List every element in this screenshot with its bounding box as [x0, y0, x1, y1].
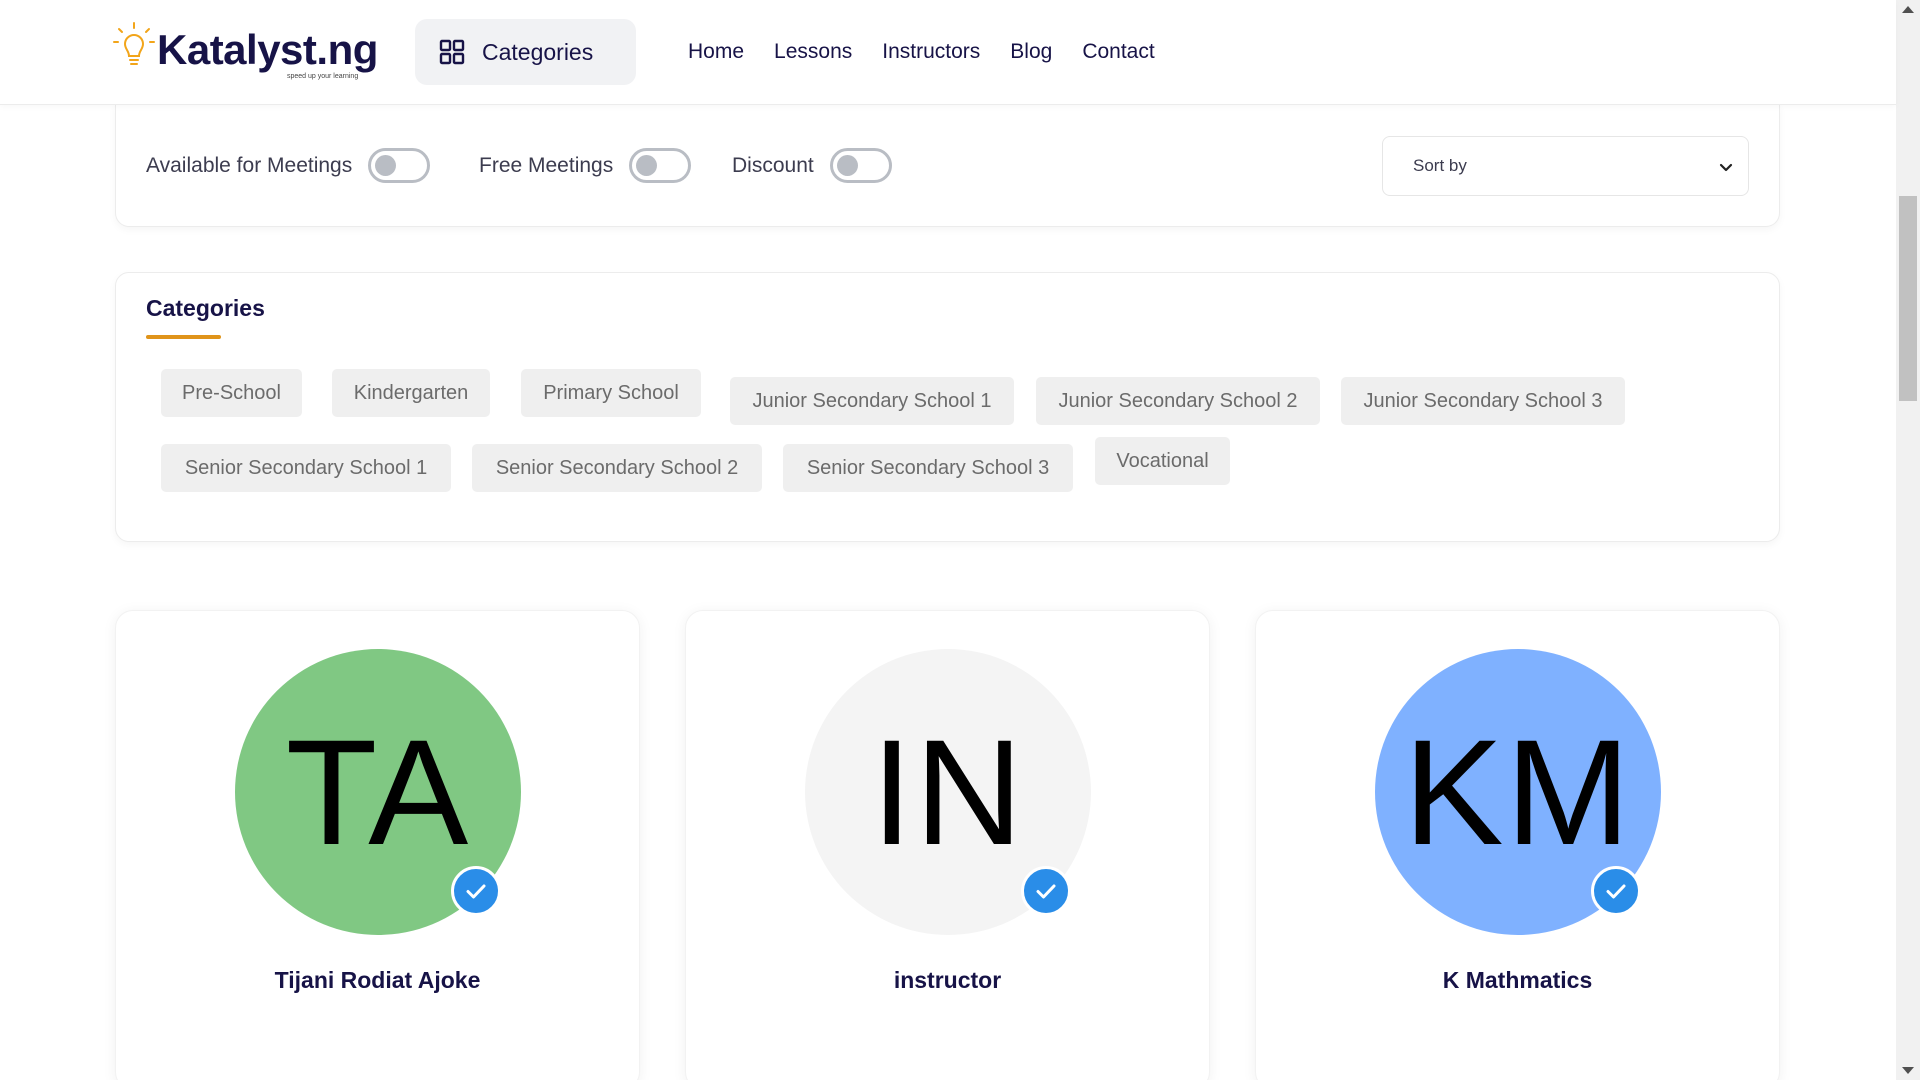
site-header: Katalyst.ng speed up your learning Categ…	[0, 0, 1896, 105]
toggle-discount: Discount	[732, 148, 892, 183]
category-chip[interactable]: Junior Secondary School 2	[1036, 377, 1320, 425]
category-chip[interactable]: Senior Secondary School 2	[472, 444, 762, 492]
check-icon	[466, 884, 486, 899]
filters-panel: Available for Meetings Free Meetings Dis…	[115, 104, 1780, 227]
categories-button[interactable]: Categories	[415, 19, 636, 85]
scrollbar-thumb[interactable]	[1899, 196, 1917, 401]
avatar-initials: KM	[1403, 707, 1633, 876]
brand-name: Katalyst.ng	[157, 26, 378, 73]
instructor-card[interactable]: IN instructor	[685, 610, 1210, 1080]
instructor-name[interactable]: instructor	[686, 967, 1209, 994]
toggle-label: Discount	[732, 153, 814, 177]
chevron-down-icon	[1719, 163, 1733, 172]
free-meetings-switch[interactable]	[629, 148, 692, 183]
nav-blog[interactable]: Blog	[1010, 36, 1052, 68]
instructor-card[interactable]: KM K Mathmatics	[1255, 610, 1780, 1080]
categories-panel: Categories Pre-School Kindergarten Prima…	[115, 272, 1780, 542]
check-icon	[1036, 884, 1056, 899]
grid-icon	[439, 39, 465, 65]
toggle-label: Free Meetings	[479, 153, 614, 177]
nav-home[interactable]: Home	[688, 36, 744, 68]
nav-lessons[interactable]: Lessons	[774, 36, 852, 68]
instructor-name[interactable]: K Mathmatics	[1256, 967, 1779, 994]
switch-knob	[836, 155, 858, 176]
sort-by-select[interactable]: Sort by	[1382, 136, 1749, 196]
switch-knob	[636, 155, 658, 176]
category-chip[interactable]: Junior Secondary School 3	[1341, 377, 1625, 425]
brand-tagline: speed up your learning	[287, 73, 359, 80]
verified-badge	[1591, 866, 1641, 916]
switch-knob	[375, 155, 397, 176]
category-chip[interactable]: Vocational	[1095, 437, 1230, 485]
instructor-card[interactable]: TA Tijani Rodiat Ajoke	[115, 610, 640, 1080]
site-logo[interactable]: Katalyst.ng speed up your learning	[113, 20, 378, 86]
page-scrollbar[interactable]	[1896, 0, 1920, 1080]
instructor-name[interactable]: Tijani Rodiat Ajoke	[116, 967, 639, 994]
verified-badge	[451, 866, 501, 916]
avatar-initials: IN	[871, 707, 1025, 876]
main-nav: Home Lessons Instructors Blog Contact	[688, 36, 1185, 68]
avatar-initials: TA	[285, 707, 471, 876]
lightbulb-icon	[113, 22, 155, 65]
category-chip[interactable]: Kindergarten	[332, 369, 490, 417]
toggle-label: Available for Meetings	[146, 153, 353, 177]
category-chip[interactable]: Primary School	[521, 369, 701, 417]
scroll-down-icon[interactable]	[1902, 1067, 1914, 1074]
toggle-available-meetings: Available for Meetings	[146, 148, 431, 183]
category-chip[interactable]: Pre-School	[161, 369, 302, 417]
nav-instructors[interactable]: Instructors	[882, 36, 980, 68]
toggle-free-meetings: Free Meetings	[479, 148, 692, 183]
category-chip[interactable]: Senior Secondary School 1	[161, 444, 451, 492]
title-underline	[146, 335, 221, 339]
nav-contact[interactable]: Contact	[1082, 36, 1154, 68]
categories-button-label: Categories	[482, 38, 594, 65]
sort-by-value: Sort by	[1413, 156, 1467, 175]
category-chip[interactable]: Senior Secondary School 3	[783, 444, 1073, 492]
discount-switch[interactable]	[829, 148, 892, 183]
available-meetings-switch[interactable]	[368, 148, 431, 183]
scroll-up-icon[interactable]	[1902, 6, 1914, 13]
categories-title: Categories	[146, 295, 265, 321]
verified-badge	[1021, 866, 1071, 916]
check-icon	[1606, 884, 1626, 899]
category-chip[interactable]: Junior Secondary School 1	[730, 377, 1014, 425]
